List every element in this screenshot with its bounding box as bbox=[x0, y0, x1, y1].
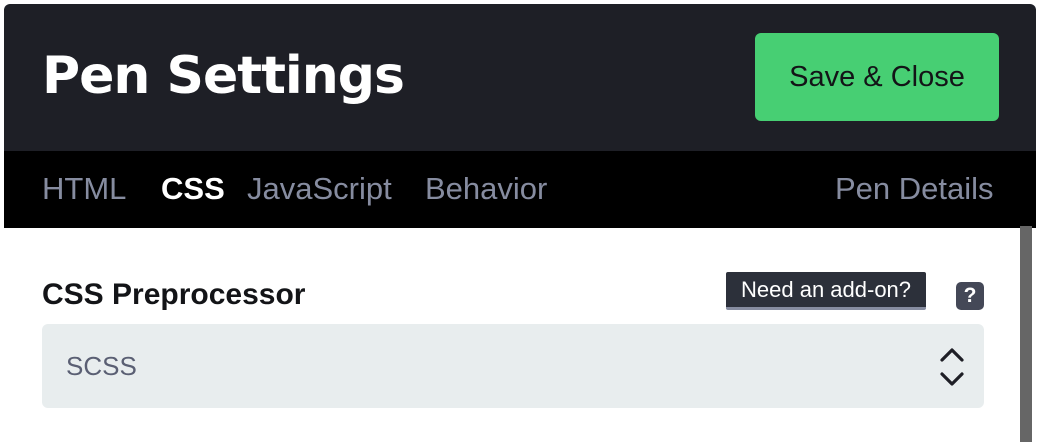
css-preprocessor-value: SCSS bbox=[66, 351, 137, 381]
question-mark-icon[interactable]: ? bbox=[956, 282, 984, 310]
css-preprocessor-label: CSS Preprocessor bbox=[42, 278, 306, 311]
panel-scrollbar[interactable] bbox=[1020, 226, 1032, 442]
tab-behavior[interactable]: Behavior bbox=[425, 151, 547, 228]
tab-css[interactable]: CSS bbox=[161, 151, 225, 228]
chevron-up-down-icon bbox=[940, 348, 964, 386]
modal-header: Pen Settings Save & Close bbox=[4, 4, 1036, 151]
save-and-close-button[interactable]: Save & Close bbox=[755, 33, 999, 121]
settings-tabs: HTML CSS JavaScript Behavior Pen Details bbox=[4, 151, 1036, 228]
tab-pen-details[interactable]: Pen Details bbox=[835, 151, 994, 228]
tab-html[interactable]: HTML bbox=[42, 151, 126, 228]
tab-javascript[interactable]: JavaScript bbox=[247, 151, 392, 228]
pen-settings-modal: Pen Settings Save & Close HTML CSS JavaS… bbox=[4, 4, 1036, 446]
css-settings-panel: CSS Preprocessor Need an add-on? ? SCSS bbox=[4, 228, 1036, 446]
css-preprocessor-select[interactable]: SCSS bbox=[42, 324, 984, 408]
modal-title: Pen Settings bbox=[42, 46, 405, 106]
need-addon-link[interactable]: Need an add-on? bbox=[726, 272, 927, 310]
